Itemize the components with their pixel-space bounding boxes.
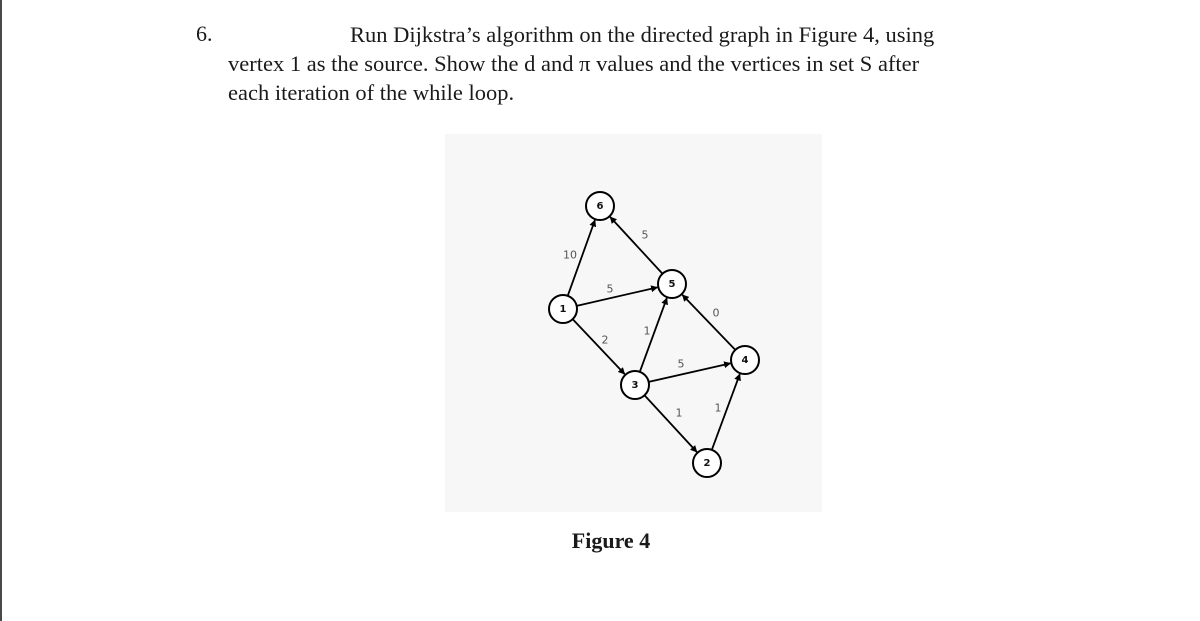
vertex-5: 5: [657, 269, 687, 299]
vertex-label: 5: [669, 279, 676, 290]
edge-weight-4-5: 0: [713, 307, 720, 320]
edge-weight-1-5: 5: [607, 283, 614, 296]
edge-weight-2-4: 1: [715, 402, 722, 415]
edge-weight-3-4: 5: [678, 358, 685, 371]
vertex-3: 3: [620, 370, 650, 400]
edge-arrow-icon: [609, 216, 664, 275]
edge-weight-1-3: 2: [602, 334, 609, 347]
edge-1-to-3: [571, 318, 626, 375]
vertex-2: 2: [692, 448, 722, 478]
vertex-6: 6: [585, 191, 615, 221]
edge-weight-3-2: 1: [676, 407, 683, 420]
vertex-label: 3: [632, 380, 639, 391]
vertex-label: 1: [560, 304, 567, 315]
vertex-label: 6: [597, 201, 604, 212]
edge-arrow-icon: [681, 294, 736, 351]
edge-weight-5-6: 5: [642, 229, 649, 242]
edge-weight-3-5: 1: [644, 325, 651, 338]
edge-arrow-icon: [648, 361, 732, 383]
edge-3-to-4: [648, 361, 732, 383]
vertex-4: 4: [730, 345, 760, 375]
edge-3-to-2: [643, 394, 698, 453]
edge-arrow-icon: [643, 394, 698, 453]
edge-4-to-5: [681, 294, 736, 351]
vertex-label: 4: [742, 355, 749, 366]
edge-weight-1-6: 10: [563, 249, 577, 262]
edge-5-to-6: [609, 216, 664, 275]
vertex-label: 2: [704, 458, 711, 469]
edges-layer: [566, 216, 741, 453]
edge-1-to-5: [576, 285, 659, 307]
edge-arrow-icon: [571, 318, 626, 375]
edge-arrow-icon: [576, 285, 659, 307]
vertex-1: 1: [548, 294, 578, 324]
figure-caption: Figure 4: [571, 528, 651, 553]
